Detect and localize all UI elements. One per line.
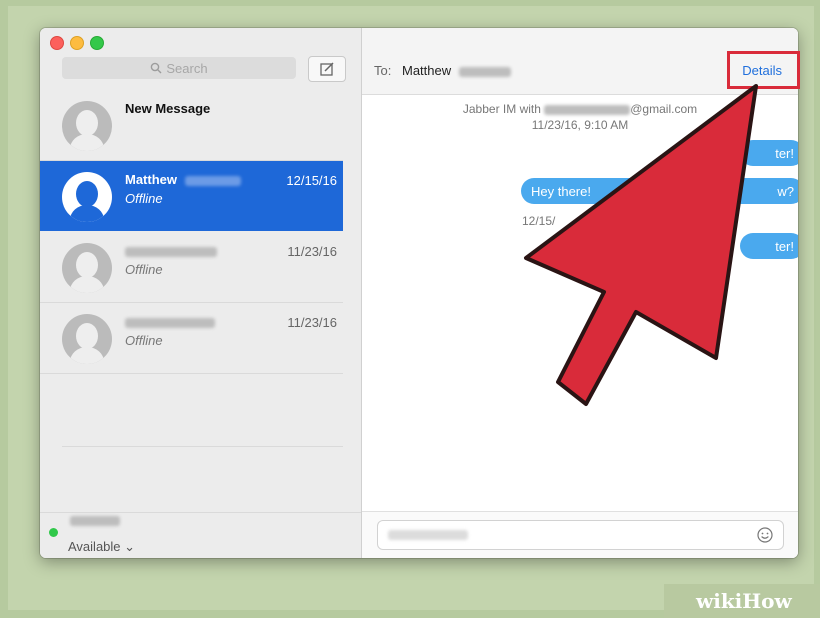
arrow-annotation — [524, 84, 758, 406]
wikihow-watermark: wiki How — [664, 584, 820, 618]
